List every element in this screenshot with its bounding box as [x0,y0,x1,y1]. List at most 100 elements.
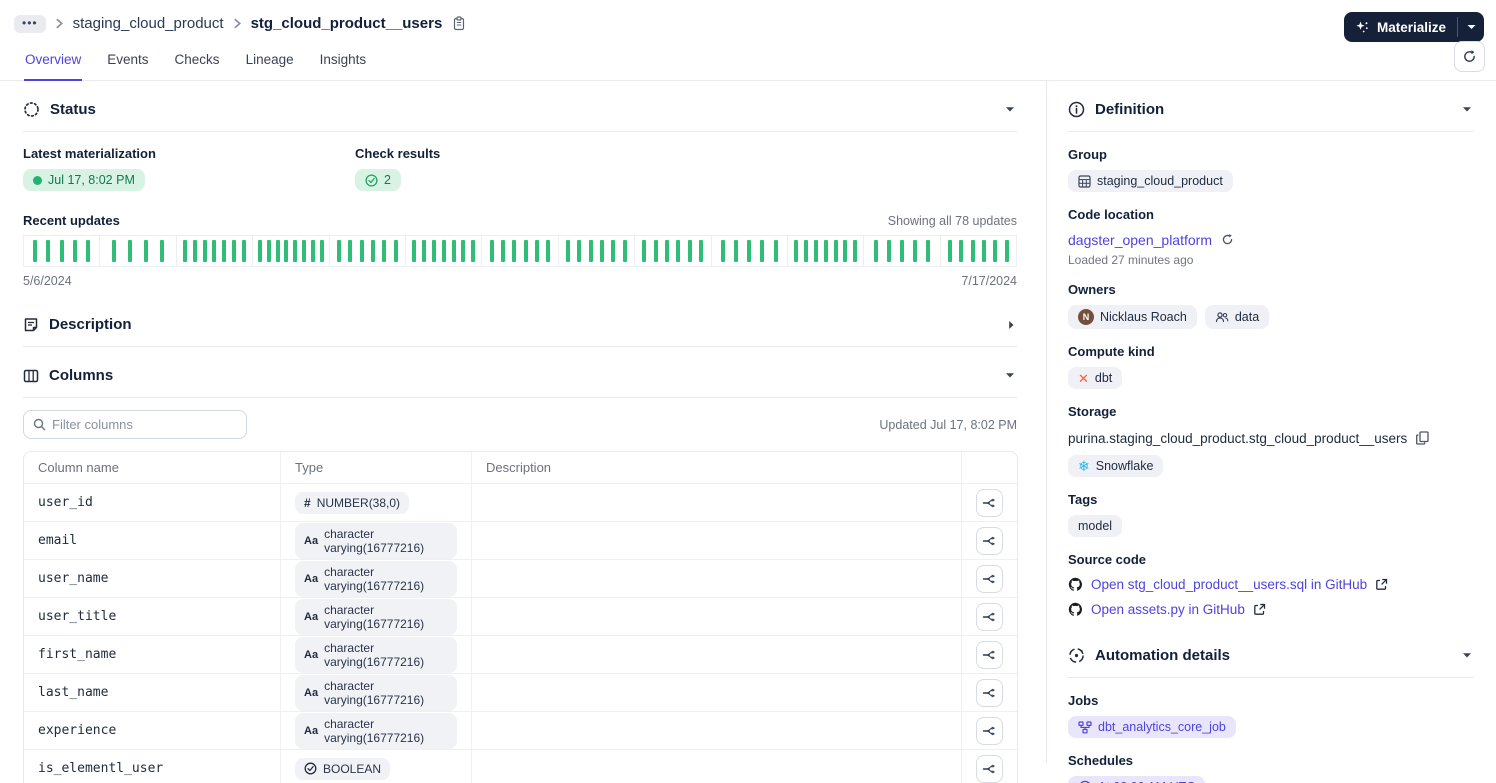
copy-asset-name-button[interactable] [450,14,468,33]
breadcrumb-ellipsis-button[interactable]: ••• [14,14,46,33]
materialization-tick[interactable] [546,240,551,262]
timeline-bucket[interactable] [710,235,788,267]
materialization-tick[interactable] [310,240,315,262]
timeline-bucket[interactable] [634,235,712,267]
materialization-tick[interactable] [451,240,456,262]
materialization-tick[interactable] [899,240,904,262]
materialization-tick[interactable] [72,240,77,262]
storage-platform-pill[interactable]: ❄ Snowflake [1068,455,1164,477]
column-lineage-button[interactable] [976,640,1003,669]
materialize-dropdown-button[interactable] [1458,12,1484,42]
materialization-tick[interactable] [813,240,818,262]
materialization-tick[interactable] [471,240,476,262]
column-lineage-button[interactable] [976,754,1003,783]
materialization-tick[interactable] [699,240,704,262]
materialization-tick[interactable] [773,240,778,262]
breadcrumb-group-link[interactable]: staging_cloud_product [73,15,224,32]
materialization-tick[interactable] [202,240,207,262]
column-lineage-button[interactable] [976,716,1003,745]
materialization-tick[interactable] [873,240,878,262]
materialization-tick[interactable] [489,240,494,262]
materialization-tick[interactable] [275,240,280,262]
tab-insights[interactable]: Insights [319,42,368,81]
latest-materialization-pill[interactable]: Jul 17, 8:02 PM [23,169,145,191]
timeline-bucket[interactable] [939,235,1018,267]
materialization-tick[interactable] [293,240,298,262]
materialization-tick[interactable] [523,240,528,262]
column-lineage-button[interactable] [976,678,1003,707]
materialization-tick[interactable] [803,240,808,262]
materialization-tick[interactable] [833,240,838,262]
timeline-bucket[interactable] [404,235,483,267]
materialization-tick[interactable] [336,240,341,262]
copy-storage-path-button[interactable] [1414,429,1431,447]
timeline-bucket[interactable] [252,235,330,267]
materialization-tick[interactable] [212,240,217,262]
tab-overview[interactable]: Overview [24,42,83,81]
source-code-link-sql[interactable]: Open stg_cloud_product__users.sql in Git… [1091,577,1367,592]
materialization-tick[interactable] [512,240,517,262]
materialization-tick[interactable] [577,240,582,262]
materialization-tick[interactable] [566,240,571,262]
code-location-link[interactable]: dagster_open_platform [1068,232,1212,248]
materialization-tick[interactable] [642,240,647,262]
materialization-tick[interactable] [760,240,765,262]
materialization-tick[interactable] [359,240,364,262]
schedule-pill[interactable]: At 03:00 AM UTC [1068,776,1206,783]
materialize-button[interactable]: Materialize [1344,12,1457,42]
materialization-tick[interactable] [534,240,539,262]
timeline-bucket[interactable] [481,235,559,267]
materialization-tick[interactable] [382,240,387,262]
materialization-tick[interactable] [501,240,505,262]
materialization-tick[interactable] [431,240,436,262]
materialization-tick[interactable] [144,240,149,262]
materialization-tick[interactable] [266,240,271,262]
column-lineage-button[interactable] [976,488,1003,517]
timeline-bucket[interactable] [863,235,941,267]
materialization-tick[interactable] [970,240,975,262]
materialization-tick[interactable] [128,240,133,262]
reload-code-location-button[interactable] [1219,231,1236,248]
status-collapse-button[interactable] [1003,104,1017,115]
materialization-tick[interactable] [242,240,247,262]
materialization-tick[interactable] [86,240,91,262]
timeline-bucket[interactable] [99,235,177,267]
refresh-button[interactable] [1454,41,1485,72]
materialization-tick[interactable] [222,240,227,262]
tag-pill[interactable]: model [1068,515,1123,537]
materialization-tick[interactable] [600,240,605,262]
materialization-tick[interactable] [182,240,187,262]
materialization-tick[interactable] [348,240,353,262]
materialization-tick[interactable] [959,240,964,262]
check-results-pill[interactable]: 2 [355,169,401,191]
timeline-bucket[interactable] [786,235,865,267]
materialization-tick[interactable] [284,240,289,262]
materialization-tick[interactable] [461,240,466,262]
materialization-tick[interactable] [59,240,64,262]
compute-kind-pill[interactable]: ✕ dbt [1068,367,1123,389]
materialization-tick[interactable] [46,240,51,262]
description-expand-button[interactable] [1006,318,1017,332]
materialization-tick[interactable] [421,240,426,262]
materialization-tick[interactable] [112,240,117,262]
materialization-tick[interactable] [441,240,446,262]
materialization-tick[interactable] [302,240,307,262]
tab-checks[interactable]: Checks [174,42,221,81]
job-pill[interactable]: dbt_analytics_core_job [1068,716,1236,738]
materialization-tick[interactable] [853,240,858,262]
materialization-tick[interactable] [733,240,738,262]
owner-pill-user[interactable]: N Nicklaus Roach [1068,305,1197,329]
materialization-tick[interactable] [665,240,670,262]
source-code-link-assets[interactable]: Open assets.py in GitHub [1091,602,1245,617]
definition-collapse-button[interactable] [1460,104,1474,115]
materialization-tick[interactable] [33,240,38,262]
tab-lineage[interactable]: Lineage [245,42,295,81]
materialization-tick[interactable] [319,240,324,262]
group-pill[interactable]: staging_cloud_product [1068,170,1233,192]
materialization-tick[interactable] [982,240,986,262]
timeline-bucket[interactable] [175,235,254,267]
materialization-tick[interactable] [926,240,931,262]
materialization-tick[interactable] [232,240,237,262]
materialization-tick[interactable] [411,240,416,262]
timeline-bucket[interactable] [328,235,406,267]
